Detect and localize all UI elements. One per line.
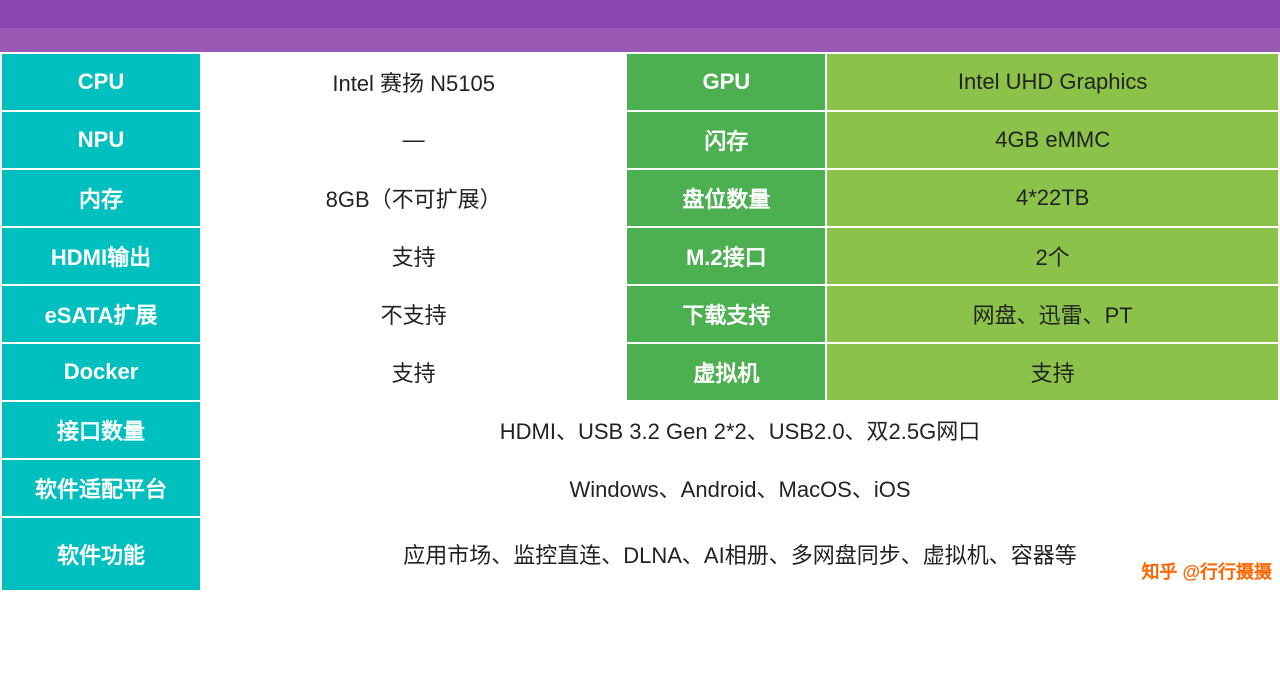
spec-value-right: 2个 (826, 227, 1279, 285)
spec-value-full: 应用市场、监控直连、DLNA、AI相册、多网盘同步、虚拟机、容器等 (201, 517, 1279, 591)
spec-value-right: 4*22TB (826, 169, 1279, 227)
spec-label-right: 虚拟机 (626, 343, 826, 401)
table-row: eSATA扩展不支持下载支持网盘、迅雷、PT (1, 285, 1279, 343)
spec-value-left: 支持 (201, 227, 626, 285)
title-row (0, 0, 1280, 28)
spec-label-full: 接口数量 (1, 401, 201, 459)
table-row: 软件功能应用市场、监控直连、DLNA、AI相册、多网盘同步、虚拟机、容器等 (1, 517, 1279, 591)
spec-value-left: 不支持 (201, 285, 626, 343)
spec-label-full: 软件功能 (1, 517, 201, 591)
spec-value-right: 网盘、迅雷、PT (826, 285, 1279, 343)
table-row: 内存8GB（不可扩展）盘位数量4*22TB (1, 169, 1279, 227)
spec-label-left: Docker (1, 343, 201, 401)
main-container: CPUIntel 赛扬 N5105GPUIntel UHD GraphicsNP… (0, 0, 1280, 592)
spec-label-right: GPU (626, 53, 826, 111)
spec-label-right: 闪存 (626, 111, 826, 169)
spec-value-right: 4GB eMMC (826, 111, 1279, 169)
table-row: NPU—闪存4GB eMMC (1, 111, 1279, 169)
spec-label-left: CPU (1, 53, 201, 111)
spec-label-left: NPU (1, 111, 201, 169)
spec-label-right: M.2接口 (626, 227, 826, 285)
spec-label-left: eSATA扩展 (1, 285, 201, 343)
spec-value-left: 8GB（不可扩展） (201, 169, 626, 227)
spec-label-left: HDMI输出 (1, 227, 201, 285)
table-row: 接口数量HDMI、USB 3.2 Gen 2*2、USB2.0、双2.5G网口 (1, 401, 1279, 459)
specs-table: CPUIntel 赛扬 N5105GPUIntel UHD GraphicsNP… (0, 52, 1280, 592)
spec-value-right: Intel UHD Graphics (826, 53, 1279, 111)
table-row: 软件适配平台Windows、Android、MacOS、iOS (1, 459, 1279, 517)
spec-label-full: 软件适配平台 (1, 459, 201, 517)
spec-value-left: Intel 赛扬 N5105 (201, 53, 626, 111)
table-row: CPUIntel 赛扬 N5105GPUIntel UHD Graphics (1, 53, 1279, 111)
spec-value-left: — (201, 111, 626, 169)
spec-value-full: HDMI、USB 3.2 Gen 2*2、USB2.0、双2.5G网口 (201, 401, 1279, 459)
table-wrapper: CPUIntel 赛扬 N5105GPUIntel UHD GraphicsNP… (0, 52, 1280, 592)
table-row: Docker支持虚拟机支持 (1, 343, 1279, 401)
spec-value-full: Windows、Android、MacOS、iOS (201, 459, 1279, 517)
spec-value-right: 支持 (826, 343, 1279, 401)
table-row: HDMI输出支持M.2接口2个 (1, 227, 1279, 285)
spec-value-left: 支持 (201, 343, 626, 401)
price-row (0, 28, 1280, 52)
spec-label-left: 内存 (1, 169, 201, 227)
spec-label-right: 盘位数量 (626, 169, 826, 227)
spec-label-right: 下载支持 (626, 285, 826, 343)
